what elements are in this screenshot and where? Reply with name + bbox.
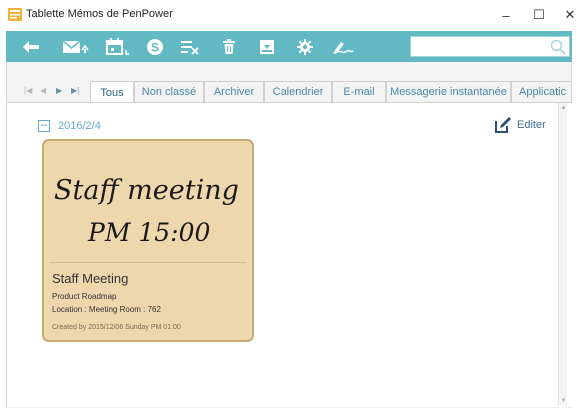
calendar-icon [106,37,129,55]
tab-archive[interactable]: Archiver [204,81,264,102]
window-title: Tablette Mémos de PenPower [26,8,173,20]
group-date: 2016/2/4 [58,120,101,132]
tab-uncategorized[interactable]: Non classé [134,81,204,102]
tab-scroll-prev-icon[interactable]: ◀ [40,86,46,95]
tab-all[interactable]: Tous [90,81,134,103]
gear-icon [297,38,313,55]
archive-icon [260,39,274,54]
search-input[interactable] [411,37,547,56]
tab-scroll-last-icon[interactable]: ▶| [71,86,79,95]
memo-divider [50,262,246,263]
close-button[interactable]: ✕ [552,0,578,30]
vertical-scrollbar[interactable]: ▲ ▼ [558,103,567,405]
handwritten-memo: Staff meeting PM 15:00 [54,175,239,247]
back-button[interactable] [18,35,44,58]
memo-title: Staff Meeting [52,271,129,286]
memo-detail-location: Location : Meeting Room : 762 [52,305,161,314]
trash-icon [223,38,235,54]
tab-scroll-next-icon[interactable]: ▶ [56,86,62,95]
search-box [410,36,570,57]
date-group-header: – 2016/2/4 [38,119,101,133]
skype-button[interactable]: S [144,35,166,58]
delete-button[interactable] [218,35,240,58]
memo-detail-topic: Product Roadmap [52,292,117,301]
tab-email[interactable]: E-mail [332,81,386,102]
list-clear-icon [181,40,199,55]
clear-list-button[interactable] [178,35,202,58]
search-icon[interactable] [550,39,566,55]
toolbar: S [6,31,572,62]
tab-scroll-first-icon[interactable]: |◀ [24,86,32,95]
settings-button[interactable] [294,35,316,58]
minimize-button[interactable]: – [488,0,524,30]
tab-bar: |◀ ◀ ▶ ▶| Tous Non classé Archiver Calen… [6,81,572,103]
edit-label: Editer [517,119,546,131]
archive-button[interactable] [256,35,278,58]
svg-text:S: S [151,40,159,54]
tab-applications[interactable]: Applicatic [511,81,572,102]
pen-sign-icon [333,41,354,54]
memo-card[interactable]: Staff meeting PM 15:00 Staff Meeting Pro… [42,139,254,342]
handwriting-line-2: PM 15:00 [87,218,211,247]
collapse-toggle[interactable]: – [38,120,50,132]
edit-button[interactable]: Editer [494,115,546,135]
scroll-down-icon[interactable]: ▼ [559,396,568,405]
title-bar: Tablette Mémos de PenPower – ☐ ✕ [0,0,578,30]
edit-pencil-icon [495,117,511,133]
signature-button[interactable] [330,35,358,58]
skype-icon: S [147,38,163,55]
back-arrow-icon [23,40,39,53]
app-icon [8,8,22,21]
memo-created-date: Created by 2015/12/06 Sunday PM 01:00 [52,324,181,331]
email-send-button[interactable] [60,35,94,58]
scroll-up-icon[interactable]: ▲ [559,103,568,112]
tab-calendar[interactable]: Calendrier [264,81,332,102]
calendar-button[interactable] [104,35,134,58]
tab-instant-messaging[interactable]: Messagerie instantanée [386,81,511,102]
email-send-icon [62,39,89,53]
handwriting-line-1: Staff meeting [54,175,239,206]
